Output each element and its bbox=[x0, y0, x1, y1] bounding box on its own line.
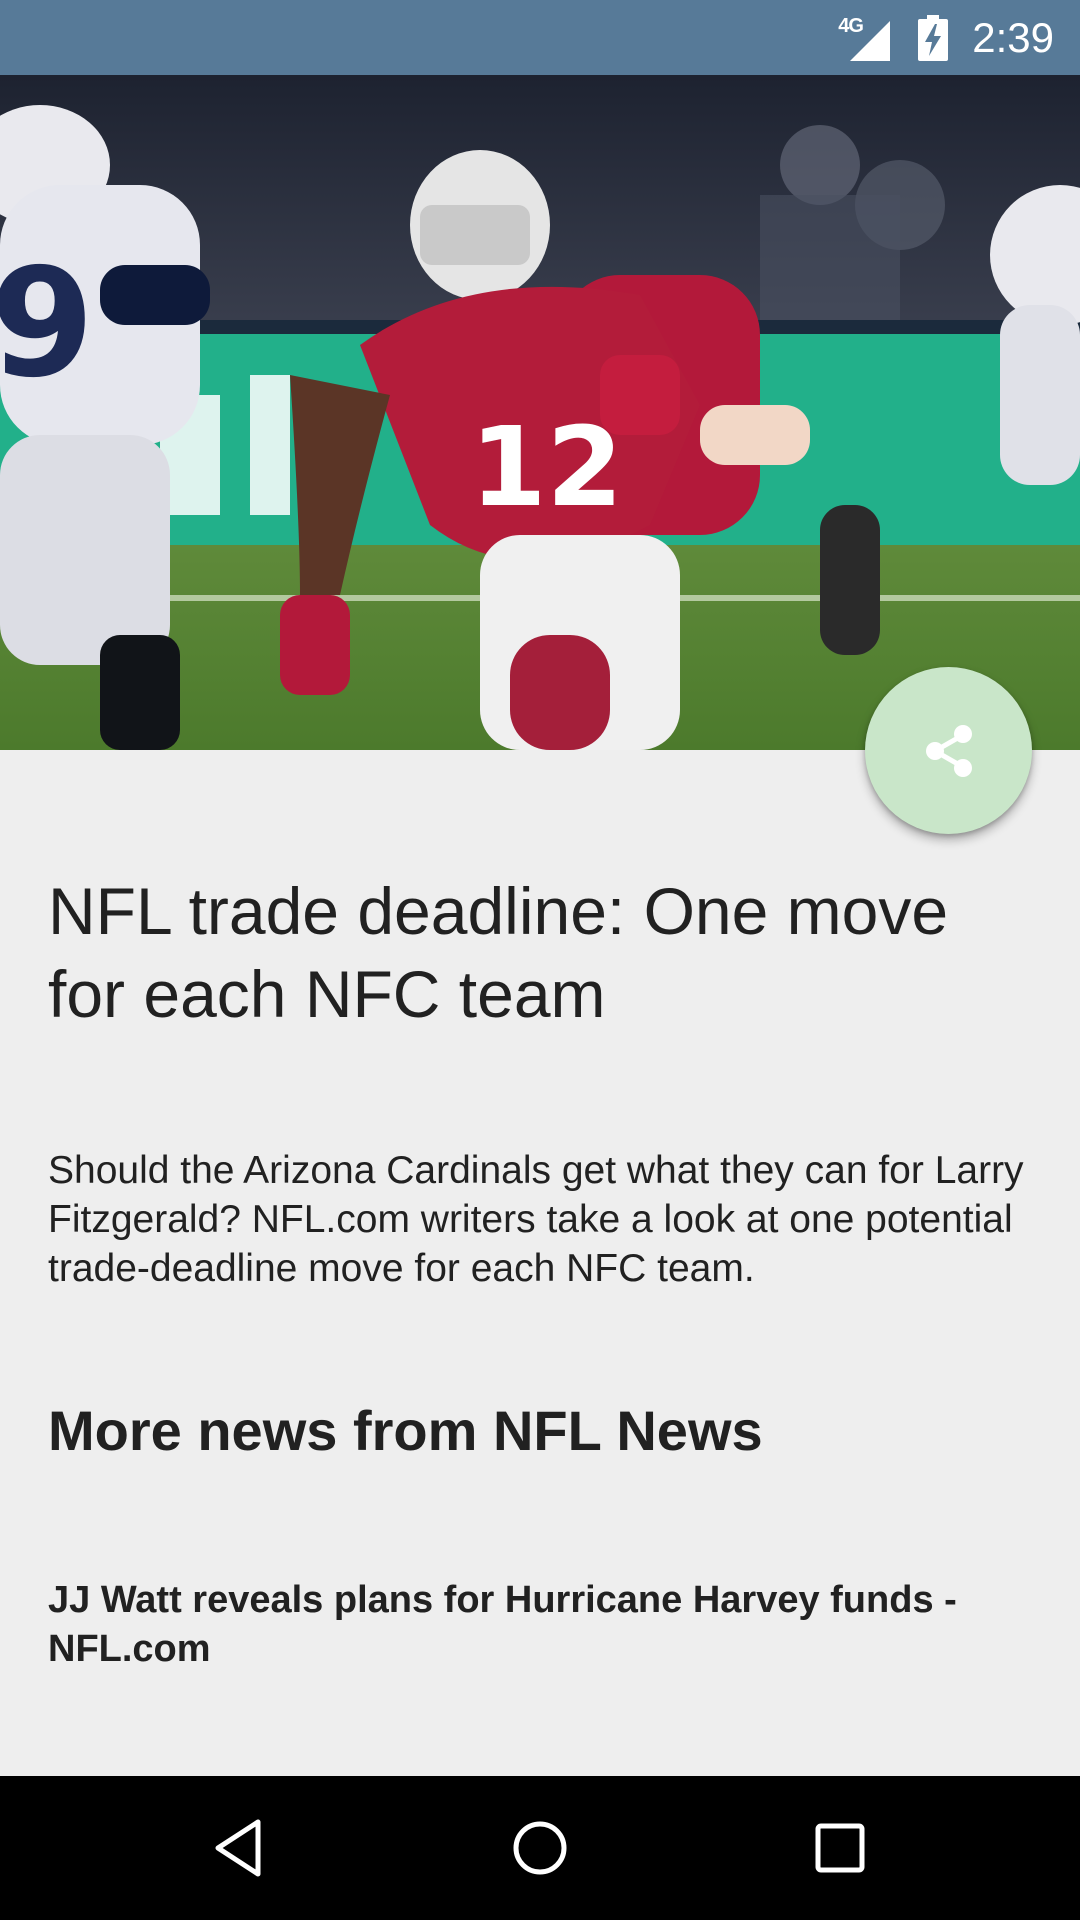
article-summary: Should the Arizona Cardinals get what th… bbox=[48, 1149, 1024, 1290]
hero-image: 9 12 bbox=[0, 75, 1080, 750]
back-icon bbox=[215, 1819, 261, 1877]
back-button[interactable] bbox=[140, 1776, 340, 1920]
svg-text:12: 12 bbox=[470, 403, 623, 531]
share-button[interactable] bbox=[865, 667, 1032, 834]
more-news-item[interactable]: JJ Watt reveals plans for Hurricane Harv… bbox=[48, 1576, 1028, 1674]
more-news-heading: More news from NFL News bbox=[48, 1399, 763, 1462]
status-icons: 4G 2:39 bbox=[838, 0, 1054, 75]
recents-icon bbox=[815, 1823, 865, 1873]
status-bar: 4G 2:39 bbox=[0, 0, 1080, 75]
article-content: NFL trade deadline: One move for each NF… bbox=[48, 870, 1028, 1674]
home-icon bbox=[513, 1821, 567, 1875]
clock: 2:39 bbox=[972, 13, 1054, 61]
recents-button[interactable] bbox=[740, 1776, 940, 1920]
article-headline: NFL trade deadline: One move for each NF… bbox=[48, 874, 949, 1031]
share-icon bbox=[925, 724, 972, 777]
navigation-bar bbox=[0, 1776, 1080, 1920]
svg-text:9: 9 bbox=[0, 237, 94, 411]
home-button[interactable] bbox=[440, 1776, 640, 1920]
signal-icon: 4G bbox=[838, 13, 894, 63]
battery-charging-icon bbox=[918, 14, 949, 61]
football-photo: 9 12 bbox=[0, 75, 1080, 750]
